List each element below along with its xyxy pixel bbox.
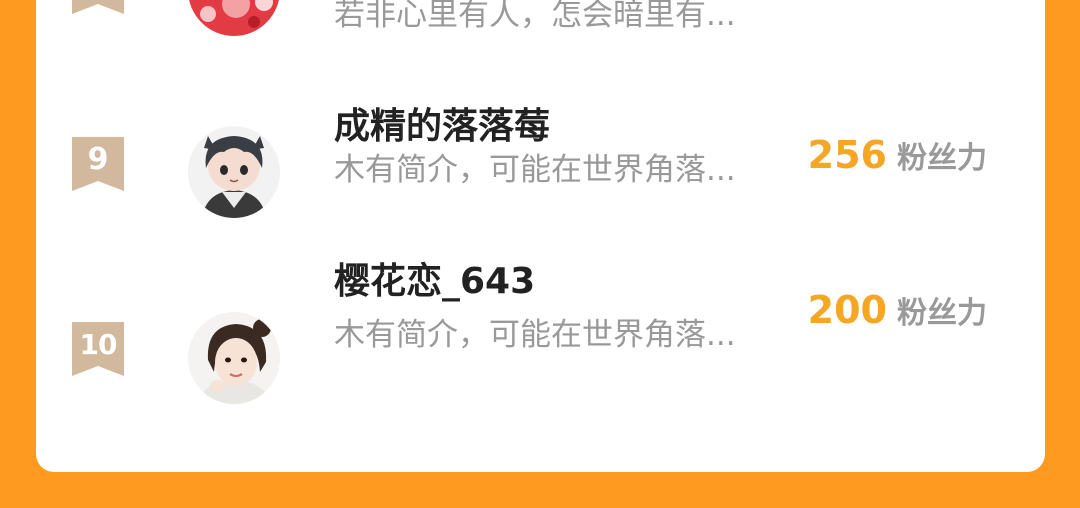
leaderboard-card: 8 若非心里有人，怎会暗里有... 9 (36, 0, 1045, 472)
score-unit: 粉丝力 (897, 296, 987, 331)
rank-number: 9 (87, 142, 109, 177)
user-avatar[interactable] (188, 126, 280, 218)
rank-number: 8 (72, 0, 124, 3)
fan-power-score: 200 粉丝力 (808, 288, 987, 340)
user-name[interactable]: 成精的落落莓 (334, 105, 550, 149)
user-intro: 木有简介，可能在世界角落... (334, 152, 736, 188)
leaderboard-row[interactable]: 9 成精的落落莓 木有简介，可能在世界角落... 256 粉丝力 (36, 95, 1045, 245)
score-value: 200 (807, 288, 887, 332)
score-value: 256 (807, 133, 887, 177)
rank-number: 10 (79, 328, 118, 361)
user-avatar[interactable] (188, 312, 280, 404)
leaderboard-row[interactable]: 10 樱花恋_643 木有简介，可能在世界角落... 200 粉丝力 (36, 261, 1045, 430)
rank-badge: 8 (72, 0, 124, 14)
user-intro: 若非心里有人，怎会暗里有... (334, 0, 736, 33)
user-avatar[interactable] (188, 0, 280, 36)
score-unit: 粉丝力 (897, 141, 987, 176)
rank-badge: 9 (72, 137, 124, 191)
leaderboard-row[interactable]: 8 若非心里有人，怎会暗里有... (36, 0, 1045, 56)
user-intro: 木有简介，可能在世界角落... (334, 317, 736, 353)
fan-power-score: 256 粉丝力 (808, 133, 987, 185)
anime-character-avatar-icon (188, 126, 280, 218)
rank-badge: 10 (72, 322, 124, 376)
woman-portrait-avatar-icon (188, 312, 280, 404)
user-name[interactable]: 樱花恋_643 (334, 260, 535, 304)
red-floral-avatar-icon (188, 0, 280, 36)
